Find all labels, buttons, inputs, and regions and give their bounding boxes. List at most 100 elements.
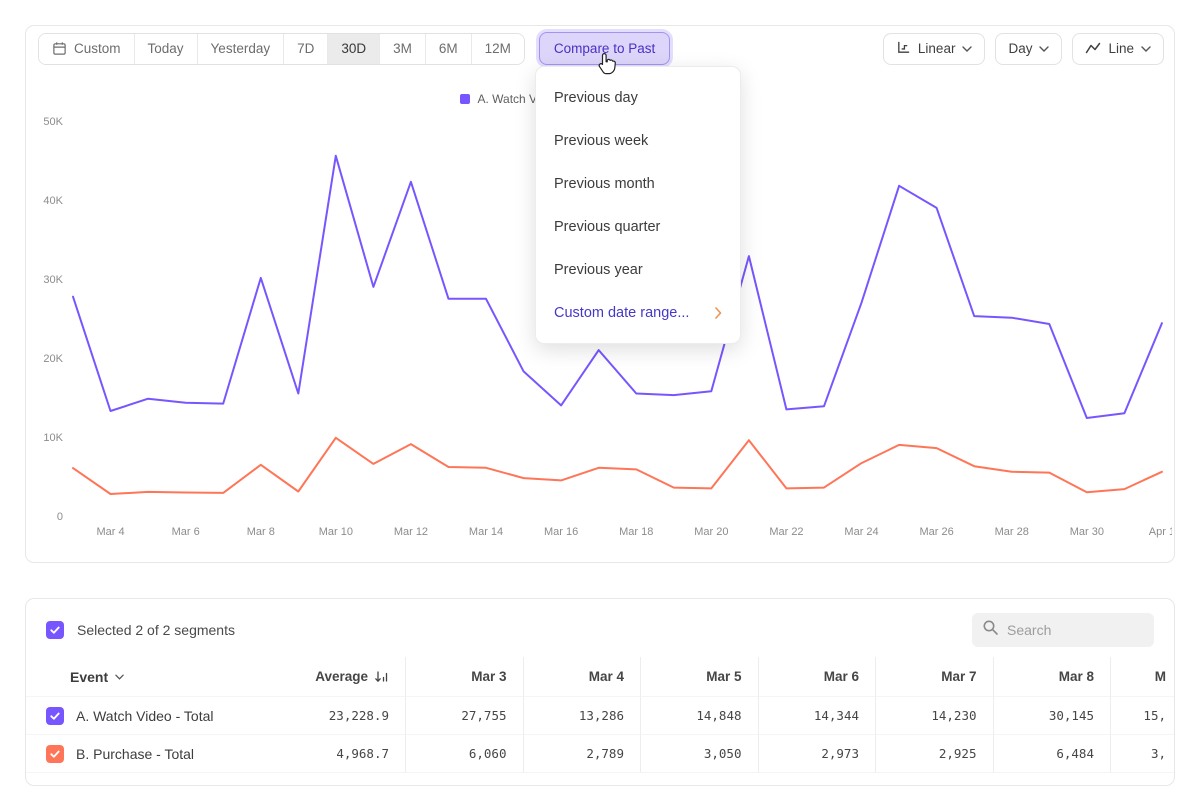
calendar-icon	[52, 41, 67, 56]
chart-type-label: Line	[1108, 41, 1134, 56]
svg-text:20K: 20K	[43, 353, 63, 365]
interval-label: Day	[1008, 41, 1032, 56]
search-box	[972, 613, 1154, 647]
value-cell: 14,230	[875, 697, 993, 735]
custom-date-range-label: Custom date range...	[554, 305, 689, 321]
average-header-label: Average	[315, 669, 368, 684]
sort-descending-icon	[374, 670, 389, 684]
scale-label: Linear	[918, 41, 956, 56]
svg-text:Mar 28: Mar 28	[995, 526, 1029, 538]
range-button-3m[interactable]: 3M	[379, 34, 425, 64]
range-button-yesterday[interactable]: Yesterday	[197, 34, 284, 64]
value-cell: 2,925	[875, 735, 993, 773]
svg-text:Mar 16: Mar 16	[544, 526, 578, 538]
svg-text:Mar 20: Mar 20	[694, 526, 728, 538]
table-row-event-cell: B. Purchase - Total	[26, 735, 279, 773]
custom-range-button[interactable]: Custom	[39, 34, 134, 64]
svg-text:40K: 40K	[43, 195, 63, 207]
linear-scale-icon	[896, 40, 911, 58]
value-cell: 2,789	[523, 735, 641, 773]
menu-item-previous-year[interactable]: Previous year	[536, 248, 740, 291]
column-header-mar-5: Mar 5	[640, 657, 758, 697]
value-cell: 30,145	[993, 697, 1111, 735]
column-header-mar-7: Mar 7	[875, 657, 993, 697]
custom-range-label: Custom	[74, 41, 121, 56]
range-button-30d[interactable]: 30D	[327, 34, 379, 64]
line-chart-icon	[1085, 40, 1101, 58]
svg-text:Mar 10: Mar 10	[319, 526, 353, 538]
date-range-group: Custom TodayYesterday7D30D3M6M12M	[38, 33, 525, 65]
menu-item-previous-quarter[interactable]: Previous quarter	[536, 205, 740, 248]
svg-text:Mar 12: Mar 12	[394, 526, 428, 538]
segments-table: EventAverageMar 3Mar 4Mar 5Mar 6Mar 7Mar…	[26, 657, 1174, 773]
segment-checkbox[interactable]	[46, 745, 64, 763]
svg-text:Mar 22: Mar 22	[769, 526, 803, 538]
range-button-today[interactable]: Today	[134, 34, 197, 64]
column-header-mar-4: Mar 4	[523, 657, 641, 697]
segments-header: Selected 2 of 2 segments	[26, 599, 1174, 657]
column-header-mar-8: Mar 8	[993, 657, 1111, 697]
value-cell: 6,484	[993, 735, 1111, 773]
value-cell: 14,848	[640, 697, 758, 735]
table-row-event-cell: A. Watch Video - Total	[26, 697, 279, 735]
chart-controls: Linear Day Line	[883, 33, 1164, 65]
event-header-label: Event	[70, 669, 108, 685]
segment-label: B. Purchase - Total	[76, 746, 194, 762]
series-line-b-purchase-total	[73, 438, 1162, 494]
value-cell: 13,286	[523, 697, 641, 735]
svg-text:Apr 1: Apr 1	[1149, 526, 1172, 538]
svg-text:Mar 14: Mar 14	[469, 526, 503, 538]
compare-to-past-button[interactable]: Compare to Past	[539, 32, 670, 65]
svg-text:Mar 24: Mar 24	[844, 526, 878, 538]
chart-card: Custom TodayYesterday7D30D3M6M12M Compar…	[25, 25, 1175, 563]
segments-card: Selected 2 of 2 segments Event Average Mar…	[25, 598, 1175, 786]
average-value-cell: 4,968.7	[279, 735, 405, 773]
scale-select[interactable]: Linear	[883, 33, 986, 65]
chart-toolbar: Custom TodayYesterday7D30D3M6M12M Compar…	[26, 26, 1174, 65]
interval-select[interactable]: Day	[995, 33, 1062, 65]
value-cell: 14,344	[758, 697, 876, 735]
svg-text:10K: 10K	[43, 432, 63, 444]
svg-text:Mar 6: Mar 6	[172, 526, 200, 538]
svg-text:Mar 30: Mar 30	[1070, 526, 1104, 538]
value-cell: 2,973	[758, 735, 876, 773]
value-cell: 3,050	[640, 735, 758, 773]
chevron-down-icon	[115, 674, 124, 680]
menu-item-custom-date-range[interactable]: Custom date range...	[536, 291, 740, 334]
range-button-12m[interactable]: 12M	[471, 34, 524, 64]
range-button-6m[interactable]: 6M	[425, 34, 471, 64]
segment-label: A. Watch Video - Total	[76, 708, 213, 724]
value-cell: 6,060	[405, 735, 523, 773]
chevron-down-icon	[1039, 46, 1049, 52]
legend-swatch	[460, 94, 470, 104]
menu-item-previous-month[interactable]: Previous month	[536, 162, 740, 205]
chevron-down-icon	[962, 46, 972, 52]
value-cell: 3,	[1110, 735, 1174, 773]
menu-item-previous-day[interactable]: Previous day	[536, 76, 740, 119]
svg-text:50K: 50K	[43, 116, 63, 128]
column-header-event[interactable]: Event	[26, 657, 279, 697]
svg-text:30K: 30K	[43, 274, 63, 286]
column-header-average[interactable]: Average	[279, 657, 405, 697]
compare-dropdown-menu: Previous dayPrevious weekPrevious monthP…	[535, 66, 741, 344]
chevron-right-icon	[715, 307, 722, 319]
svg-text:Mar 26: Mar 26	[920, 526, 954, 538]
svg-text:Mar 8: Mar 8	[247, 526, 275, 538]
column-header-mar-6: Mar 6	[758, 657, 876, 697]
select-all-checkbox[interactable]	[46, 621, 64, 639]
svg-text:Mar 18: Mar 18	[619, 526, 653, 538]
chevron-down-icon	[1141, 46, 1151, 52]
column-header-m: M	[1110, 657, 1174, 697]
range-button-7d[interactable]: 7D	[283, 34, 327, 64]
value-cell: 15,	[1110, 697, 1174, 735]
svg-text:Mar 4: Mar 4	[96, 526, 124, 538]
value-cell: 27,755	[405, 697, 523, 735]
segment-checkbox[interactable]	[46, 707, 64, 725]
svg-text:0: 0	[57, 511, 63, 523]
average-value-cell: 23,228.9	[279, 697, 405, 735]
selected-count-label: Selected 2 of 2 segments	[77, 622, 235, 638]
search-input[interactable]	[1007, 622, 1144, 638]
menu-item-previous-week[interactable]: Previous week	[536, 119, 740, 162]
chart-type-select[interactable]: Line	[1072, 33, 1164, 65]
search-icon	[982, 619, 999, 641]
